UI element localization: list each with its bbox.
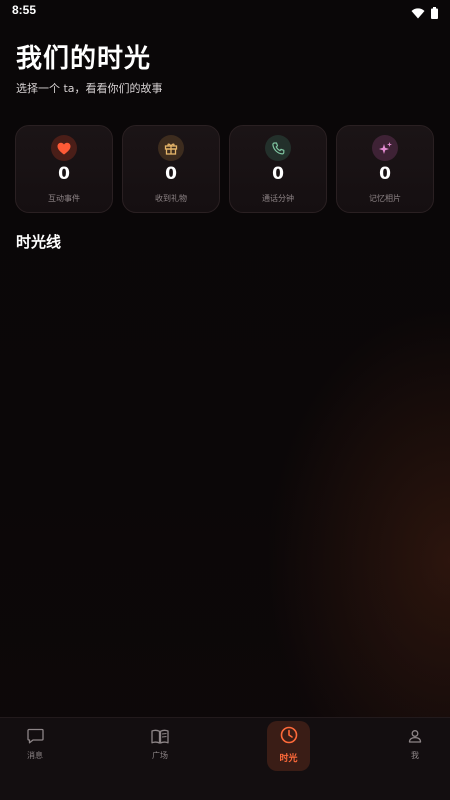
nav-label: 时光 — [279, 754, 298, 764]
sparkles-icon — [372, 135, 398, 161]
status-time: 8:55 — [12, 3, 37, 17]
stats-cards: 0 互动事件 0 收到礼物 0 通话分钟 0 记忆相片 — [15, 125, 435, 213]
nav-label: 消息 — [27, 751, 43, 760]
nav-label: 广场 — [152, 751, 168, 760]
nav-item-me[interactable]: 我 — [385, 726, 445, 761]
stat-label: 记忆相片 — [369, 194, 401, 203]
page-background — [0, 0, 450, 800]
wifi-icon — [411, 4, 425, 23]
page-subtitle: 选择一个 ta，看看你们的故事 — [16, 82, 163, 95]
battery-icon — [431, 4, 438, 23]
heart-icon — [51, 135, 77, 161]
status-icons — [411, 4, 438, 23]
stat-label: 互动事件 — [48, 194, 80, 203]
stat-label: 收到礼物 — [155, 194, 187, 203]
status-bar: 8:55 — [0, 0, 450, 22]
chat-icon — [5, 726, 65, 746]
user-icon — [385, 726, 445, 746]
stat-label: 通话分钟 — [262, 194, 294, 203]
timeline-title: 时光线 — [16, 233, 62, 251]
stat-card-gifts[interactable]: 0 收到礼物 — [122, 125, 220, 213]
book-icon — [130, 726, 190, 746]
stat-value: 0 — [165, 164, 177, 184]
phone-icon — [265, 135, 291, 161]
nav-item-square[interactable]: 广场 — [130, 726, 190, 761]
stat-card-memory-photos[interactable]: 0 记忆相片 — [336, 125, 434, 213]
stat-value: 0 — [272, 164, 284, 184]
stat-value: 0 — [58, 164, 70, 184]
clock-icon — [267, 725, 310, 745]
stat-value: 0 — [379, 164, 391, 184]
page-title: 我们的时光 — [16, 44, 152, 74]
nav-item-timeline[interactable]: 时光 — [267, 721, 310, 771]
gift-icon — [158, 135, 184, 161]
bottom-nav: 消息 广场 时光 我 — [0, 717, 450, 800]
nav-label: 我 — [411, 751, 419, 760]
nav-item-messages[interactable]: 消息 — [5, 726, 65, 761]
stat-card-call-minutes[interactable]: 0 通话分钟 — [229, 125, 327, 213]
stat-card-interactions[interactable]: 0 互动事件 — [15, 125, 113, 213]
